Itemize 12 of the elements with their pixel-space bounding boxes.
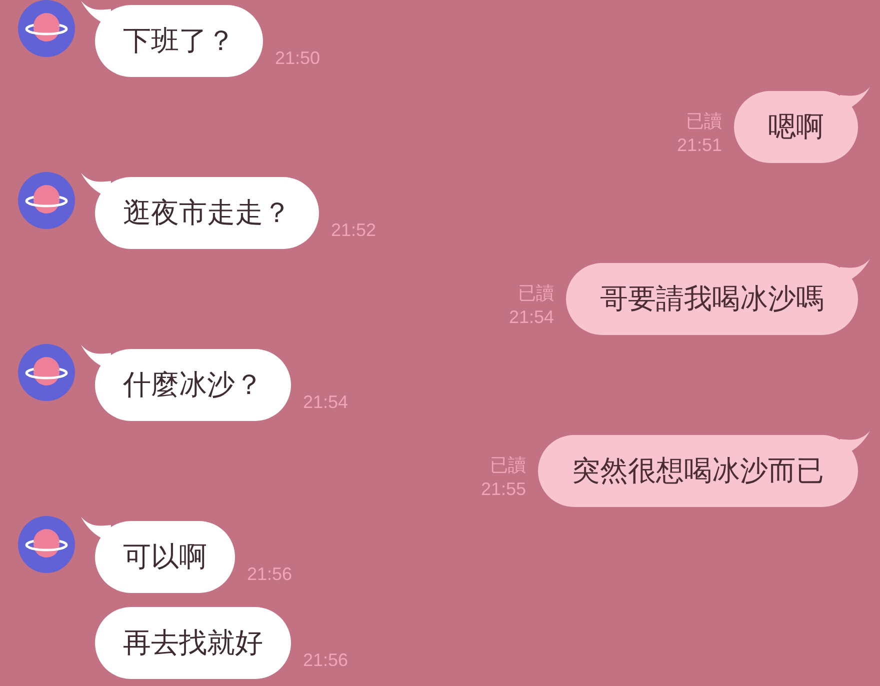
message-bubble: 可以啊 <box>95 521 235 593</box>
message-bubble: 什麼冰沙？ <box>95 349 291 421</box>
avatar-planet-icon <box>18 344 75 401</box>
message-bubble: 哥要請我喝冰沙嗎 <box>566 263 858 335</box>
message-bubble: 下班了？ <box>95 5 263 77</box>
message-bubble: 嗯啊 <box>734 91 858 163</box>
message-bubble: 逛夜市走走？ <box>95 177 319 249</box>
message-bubble: 再去找就好 <box>95 607 291 679</box>
avatar-planet-icon <box>18 516 75 573</box>
message-bubble: 突然很想喝冰沙而已 <box>538 435 858 507</box>
avatar-planet-icon <box>18 0 75 57</box>
avatar-planet-icon <box>18 172 75 229</box>
